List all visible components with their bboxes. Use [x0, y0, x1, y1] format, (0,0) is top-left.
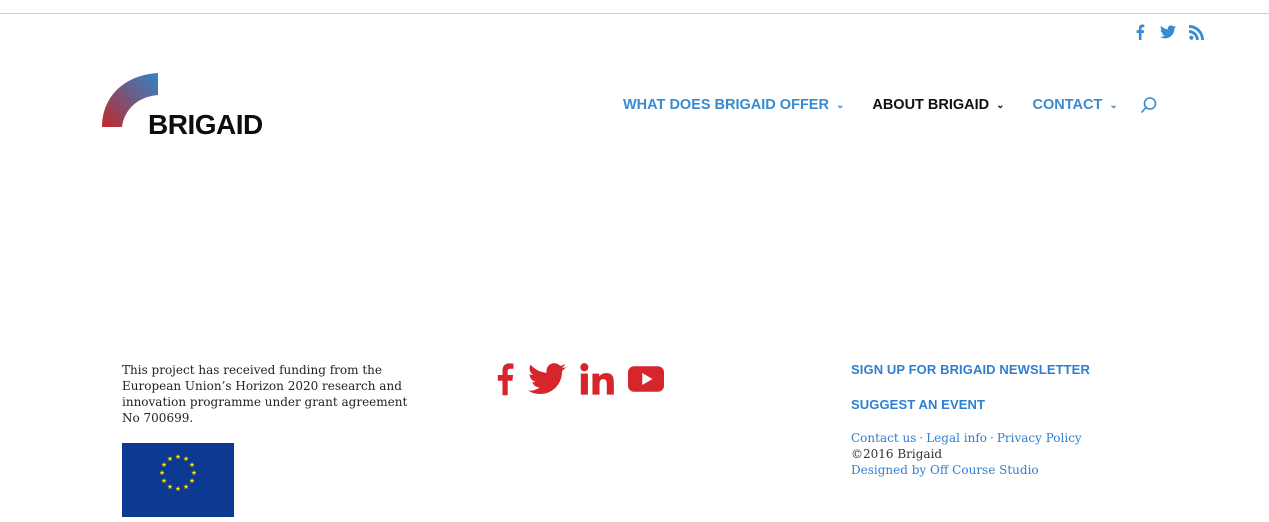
footer-social-links: [496, 362, 664, 396]
twitter-icon[interactable]: [1160, 24, 1176, 40]
suggest-event-link[interactable]: SUGGEST AN EVENT: [851, 397, 1090, 412]
chevron-down-icon: ⌄: [996, 99, 1005, 111]
rss-icon[interactable]: [1188, 24, 1204, 40]
chevron-down-icon: ⌄: [1109, 99, 1118, 111]
privacy-policy-link[interactable]: Privacy Policy: [997, 431, 1082, 445]
brigaid-logo[interactable]: BRIGAID: [102, 73, 272, 143]
eu-stars: ★ ★ ★ ★ ★ ★ ★ ★ ★ ★ ★ ★: [159, 453, 197, 493]
nav-what-does-brigaid-offer[interactable]: WHAT DOES BRIGAID OFFER ⌄: [623, 97, 844, 113]
svg-text:★: ★: [159, 469, 165, 477]
separator: ·: [989, 431, 994, 445]
svg-text:★: ★: [167, 455, 173, 463]
facebook-icon[interactable]: [1132, 24, 1148, 40]
nav-label: ABOUT BRIGAID: [872, 97, 990, 113]
eu-flag: ★ ★ ★ ★ ★ ★ ★ ★ ★ ★ ★ ★: [122, 443, 234, 517]
svg-text:★: ★: [183, 483, 189, 491]
search-icon[interactable]: [1140, 96, 1158, 114]
twitter-icon[interactable]: [528, 363, 566, 395]
footer-links: SIGN UP FOR BRIGAID NEWSLETTER SUGGEST A…: [851, 362, 1090, 478]
logo-text: BRIGAID: [148, 109, 263, 140]
nav-label: CONTACT: [1032, 97, 1103, 113]
newsletter-signup-link[interactable]: SIGN UP FOR BRIGAID NEWSLETTER: [851, 362, 1090, 377]
legal-info-link[interactable]: Legal info: [926, 431, 987, 445]
svg-text:★: ★: [189, 461, 195, 469]
top-divider: [0, 13, 1269, 14]
svg-text:★: ★: [191, 469, 197, 477]
nav-label: WHAT DOES BRIGAID OFFER: [623, 97, 829, 113]
contact-us-link[interactable]: Contact us: [851, 431, 916, 445]
svg-text:★: ★: [161, 477, 167, 485]
nav-contact[interactable]: CONTACT ⌄: [1033, 97, 1118, 113]
linkedin-icon[interactable]: [580, 363, 614, 395]
main-navigation: WHAT DOES BRIGAID OFFER ⌄ ABOUT BRIGAID …: [623, 96, 1158, 114]
svg-text:★: ★: [167, 483, 173, 491]
nav-about-brigaid[interactable]: ABOUT BRIGAID ⌄: [872, 97, 1004, 113]
header-social-links: [1132, 24, 1204, 40]
youtube-icon[interactable]: [628, 366, 664, 392]
facebook-icon[interactable]: [496, 362, 514, 396]
svg-text:★: ★: [175, 485, 181, 493]
designed-by-link[interactable]: Designed by Off Course Studio: [851, 463, 1039, 477]
chevron-down-icon: ⌄: [835, 99, 845, 111]
svg-text:★: ★: [175, 453, 181, 461]
funding-statement: This project has received funding from t…: [122, 363, 408, 425]
separator: ·: [919, 431, 924, 445]
svg-text:★: ★: [189, 477, 195, 485]
footer-legal-block: Contact us · Legal info · Privacy Policy ©20…: [851, 430, 1090, 478]
copyright-text: ©2016 Brigaid: [851, 447, 943, 461]
